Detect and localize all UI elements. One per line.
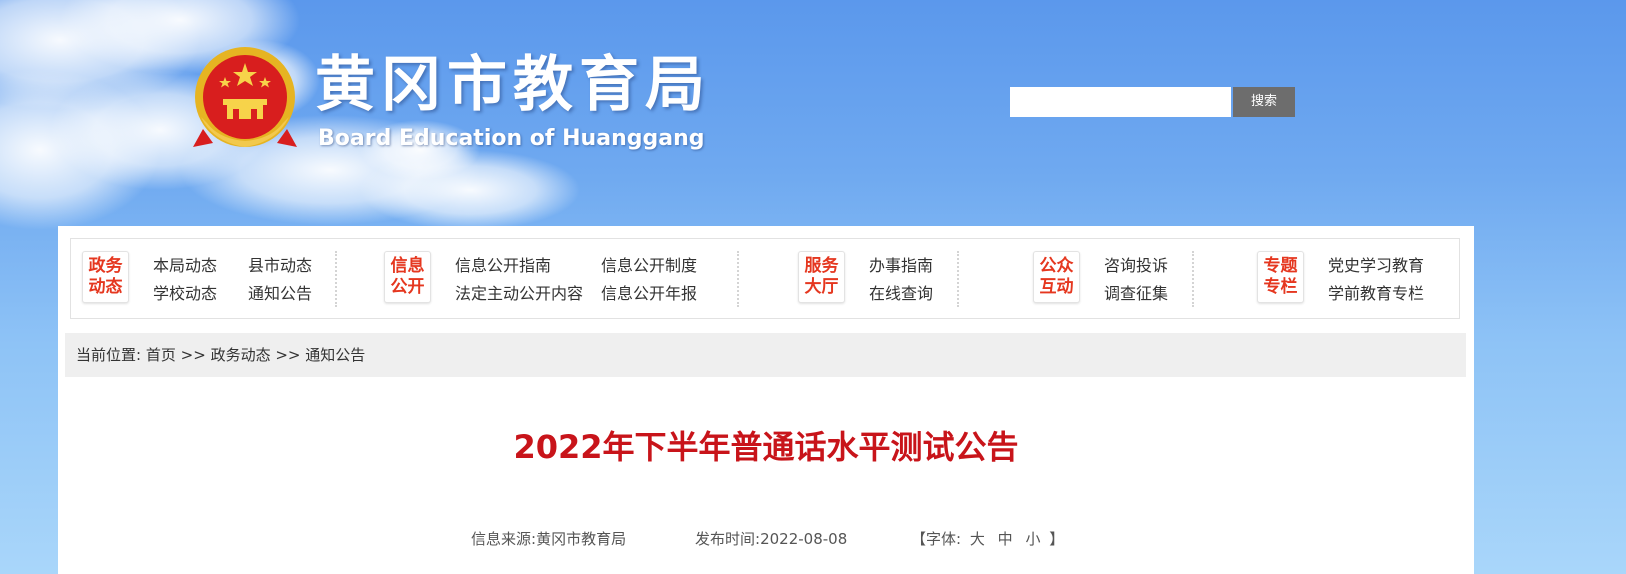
nav-link-disclosure-guide[interactable]: 信息公开指南: [455, 256, 551, 276]
breadcrumb-notices[interactable]: 通知公告: [305, 346, 365, 364]
font-size-small[interactable]: 小: [1025, 530, 1040, 548]
breadcrumb-home[interactable]: 首页: [146, 346, 176, 364]
nav-category-line: 专题: [1263, 256, 1298, 276]
breadcrumb: 当前位置: 首页 >> 政务动态 >> 通知公告: [65, 333, 1466, 377]
font-size-switcher: 【字体: 大 中 小 】: [911, 528, 1064, 550]
nav-category-line: 公众: [1039, 256, 1074, 276]
nav-category-line: 互动: [1039, 277, 1074, 297]
nav-link-preschool-education[interactable]: 学前教育专栏: [1328, 284, 1424, 304]
source-label: 信息来源:: [471, 530, 537, 548]
nav-divider: [335, 251, 337, 307]
content-panel: 政务 动态 本局动态 县市动态 学校动态 通知公告 信息 公开 信息公开指南 信…: [58, 226, 1474, 574]
nav-category-line: 专栏: [1263, 277, 1298, 297]
nav-category-line: 公开: [390, 277, 425, 297]
font-size-close: 】: [1049, 530, 1065, 548]
nav-category-line: 服务: [804, 256, 839, 276]
nav-link-statutory-disclosure[interactable]: 法定主动公开内容: [455, 284, 583, 304]
nav-category-line: 信息: [390, 256, 425, 276]
nav-link-county-news[interactable]: 县市动态: [248, 256, 312, 276]
article-title: 2022年下半年普通话水平测试公告: [513, 428, 1019, 466]
nav-link-online-query[interactable]: 在线查询: [869, 284, 933, 304]
nav-category-line: 政务: [88, 256, 123, 276]
article-source: 信息来源:黄冈市教育局: [471, 528, 626, 550]
article-date: 发布时间:2022-08-08: [695, 528, 847, 550]
site-subtitle: Board Education of Huanggang: [318, 126, 705, 151]
search-button[interactable]: 搜索: [1233, 87, 1295, 117]
nav-link-consult-complaint[interactable]: 咨询投诉: [1104, 256, 1168, 276]
nav-link-disclosure-rules[interactable]: 信息公开制度: [601, 256, 697, 276]
nav-category-line: 大厅: [804, 277, 839, 297]
main-nav: 政务 动态 本局动态 县市动态 学校动态 通知公告 信息 公开 信息公开指南 信…: [70, 238, 1460, 319]
breadcrumb-separator: >>: [275, 346, 301, 364]
nav-link-bureau-news[interactable]: 本局动态: [153, 256, 217, 276]
font-size-large[interactable]: 大: [970, 530, 985, 548]
nav-divider: [737, 251, 739, 307]
breadcrumb-separator: >>: [180, 346, 206, 364]
nav-category-special-topics[interactable]: 专题 专栏: [1257, 251, 1304, 303]
breadcrumb-prefix: 当前位置:: [76, 346, 142, 364]
nav-link-disclosure-annual-report[interactable]: 信息公开年报: [601, 284, 697, 304]
nav-category-info-disclosure[interactable]: 信息 公开: [384, 251, 431, 303]
search-input[interactable]: [1010, 87, 1231, 117]
nav-divider: [957, 251, 959, 307]
nav-category-service-hall[interactable]: 服务 大厅: [798, 251, 845, 303]
date-label: 发布时间:: [695, 530, 761, 548]
breadcrumb-government-news[interactable]: 政务动态: [211, 346, 271, 364]
font-size-medium[interactable]: 中: [998, 530, 1013, 548]
nav-category-public-interaction[interactable]: 公众 互动: [1033, 251, 1080, 303]
nav-category-line: 动态: [88, 277, 123, 297]
nav-link-survey[interactable]: 调查征集: [1104, 284, 1168, 304]
date-value: 2022-08-08: [760, 530, 848, 548]
site-title: 黄冈市教育局: [315, 50, 711, 120]
nav-link-service-guide[interactable]: 办事指南: [869, 256, 933, 276]
nav-link-school-news[interactable]: 学校动态: [153, 284, 217, 304]
nav-link-party-history[interactable]: 党史学习教育: [1328, 256, 1424, 276]
nav-category-government-news[interactable]: 政务 动态: [82, 251, 129, 303]
nav-divider: [1192, 251, 1194, 307]
font-size-label: 【字体:: [911, 530, 962, 548]
nav-link-notices[interactable]: 通知公告: [248, 284, 312, 304]
national-emblem-icon: [193, 47, 297, 147]
source-value: 黄冈市教育局: [536, 530, 627, 548]
